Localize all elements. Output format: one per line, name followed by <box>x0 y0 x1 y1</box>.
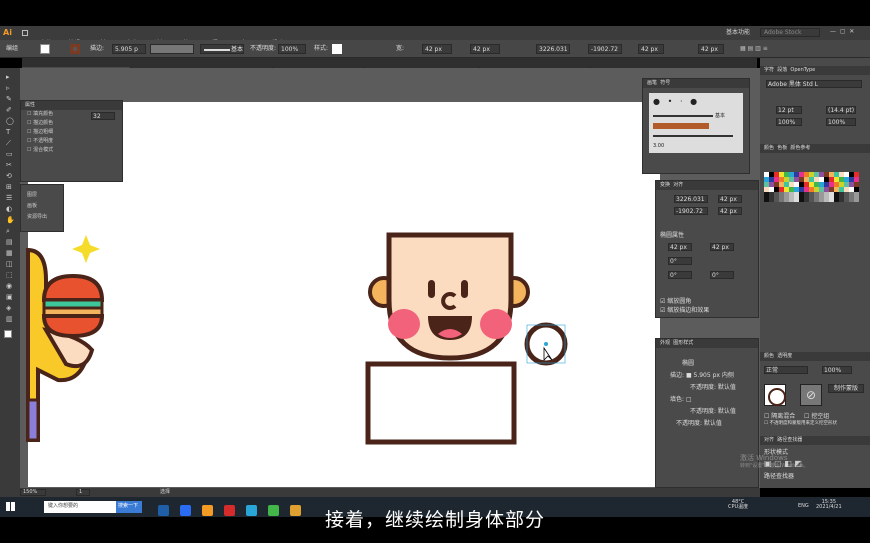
video-subtitle: 接着，继续绘制身体部分 <box>324 509 545 531</box>
properties-row-label: 混合模式 <box>33 147 54 153</box>
transform-x-field[interactable]: 3226.031 <box>674 195 708 203</box>
brush-swatches[interactable]: ● • · ● 基本 3.00 <box>649 93 743 153</box>
properties-panel: 属性 ☐ 填充颜色 ☐ 描边颜色 ☐ 描边粗细 ☐ 不透明度 ☐ 混合模式 32 <box>20 100 123 182</box>
opacity-mask-checkbox[interactable]: ☐ 不透明度和蒙版用来定义挖空形状 <box>764 421 837 427</box>
transform-w-field[interactable]: 42 px <box>718 195 742 203</box>
ellipse-h-field[interactable]: 42 px <box>710 243 734 251</box>
appearance-opacity-row-2[interactable]: 不透明度: 默认值 <box>690 409 736 415</box>
appearance-opacity-row-3[interactable]: 不透明度: 默认值 <box>676 421 722 427</box>
properties-row[interactable]: ☐ 描边粗细 <box>21 128 122 137</box>
mask-thumbnail[interactable]: ⊘ <box>800 384 822 406</box>
properties-row[interactable]: ☐ 混合模式 <box>21 146 122 155</box>
leading-field[interactable]: (14.4 pt) <box>826 106 856 114</box>
appearance-object-title: 椭圆 <box>682 360 695 367</box>
angle-field[interactable]: 0° <box>668 257 692 265</box>
properties-panel-title: 属性 <box>21 101 122 110</box>
selected-ellipse <box>524 322 568 366</box>
properties-row[interactable]: ☐ 描边颜色 <box>21 119 122 128</box>
layers-panel-item[interactable]: 画板 <box>21 202 63 211</box>
zoom-field[interactable]: 150% <box>20 489 46 496</box>
blend-mode-select[interactable]: 正常 <box>764 366 808 374</box>
character-panel-tabs: 字符 段落 OpenType <box>760 66 870 75</box>
transparency-thumbnail[interactable] <box>764 384 786 406</box>
transform-h-field[interactable]: 42 px <box>718 207 742 215</box>
current-tool-label: 选择 <box>160 489 171 495</box>
font-family-field[interactable]: Adobe 黑体 Std L <box>766 80 862 88</box>
vertical-scale-field[interactable]: 100% <box>776 118 802 126</box>
transform-y-field[interactable]: -1902.72 <box>674 207 708 215</box>
layers-panel: 图层 画板 资源导出 <box>20 184 64 232</box>
transform-panel-tabs: 变换 对齐 <box>656 181 758 190</box>
properties-row-label: 填充颜色 <box>33 111 54 117</box>
swatch-grid[interactable] <box>764 172 864 212</box>
font-size-field[interactable]: 12 pt <box>776 106 802 114</box>
appearance-panel-tabs: 外观 图形样式 <box>656 339 758 348</box>
ellipse-w-field[interactable]: 42 px <box>668 243 692 251</box>
appearance-fill-row[interactable]: 填色: □ <box>670 397 692 403</box>
properties-row-label: 描边粗细 <box>33 129 54 135</box>
right-panel-dock: 字符 段落 OpenType Adobe 黑体 Std L 12 pt (14.… <box>760 58 870 488</box>
transparency-opacity-field[interactable]: 100% <box>822 366 852 374</box>
character-head <box>368 232 530 361</box>
appearance-opacity-row-1[interactable]: 不透明度: 默认值 <box>690 385 736 391</box>
horizontal-scale-field[interactable]: 100% <box>826 118 856 126</box>
swatches-panel-tabs: 颜色 色板 颜色参考 <box>760 144 870 153</box>
properties-row-label: 不透明度 <box>33 138 54 144</box>
status-bar: 150% 1 选择 <box>0 488 760 497</box>
transform-panel: 变换 对齐 3226.031 42 px -1902.72 42 px 椭圆属性… <box>655 180 759 318</box>
appearance-stroke-row[interactable]: 描边: ■ 5.905 px 内侧 <box>670 373 734 379</box>
knockout-group-checkbox[interactable]: ☐ 挖空组 <box>804 414 829 420</box>
body-rectangle <box>365 361 517 445</box>
properties-row-label: 描边颜色 <box>33 120 54 126</box>
pie-end-field[interactable]: 0° <box>710 271 734 279</box>
scale-corners-checkbox[interactable]: ☑ 缩放圆角 <box>660 299 691 305</box>
transparency-panel-tabs: 颜色 透明度 <box>760 352 870 361</box>
properties-row[interactable]: ☐ 不透明度 <box>21 137 122 146</box>
burger-illustration <box>41 273 105 339</box>
ellipse-properties-label: 椭圆属性 <box>660 232 685 239</box>
make-mask-button[interactable]: 制作蒙版 <box>828 384 864 393</box>
pie-start-field[interactable]: 0° <box>668 271 692 279</box>
windows-activation-watermark: 激活 Windows 转到"设置"以激活 Windows。 <box>740 454 809 469</box>
brushes-panel-tabs: 画笔 符号 <box>643 79 749 88</box>
isolate-blending-checkbox[interactable]: ☐ 隔离混合 <box>764 414 795 420</box>
pathfinder-panel-tabs: 对齐 路径查找器 <box>760 436 870 445</box>
brushes-panel: 画笔 符号 ● • · ● 基本 3.00 <box>642 78 750 174</box>
color-swatch[interactable] <box>854 197 859 202</box>
sparkle-star <box>72 235 100 263</box>
properties-value-field[interactable]: 32 <box>91 112 115 120</box>
layers-panel-item[interactable]: 图层 <box>21 191 63 200</box>
pathfinders-label: 路径查找器 <box>764 473 795 480</box>
artboard-nav-field[interactable]: 1 <box>76 489 90 496</box>
layers-panel-item[interactable]: 资源导出 <box>21 213 63 222</box>
scale-strokes-checkbox[interactable]: ☑ 缩放描边和效果 <box>660 308 709 314</box>
